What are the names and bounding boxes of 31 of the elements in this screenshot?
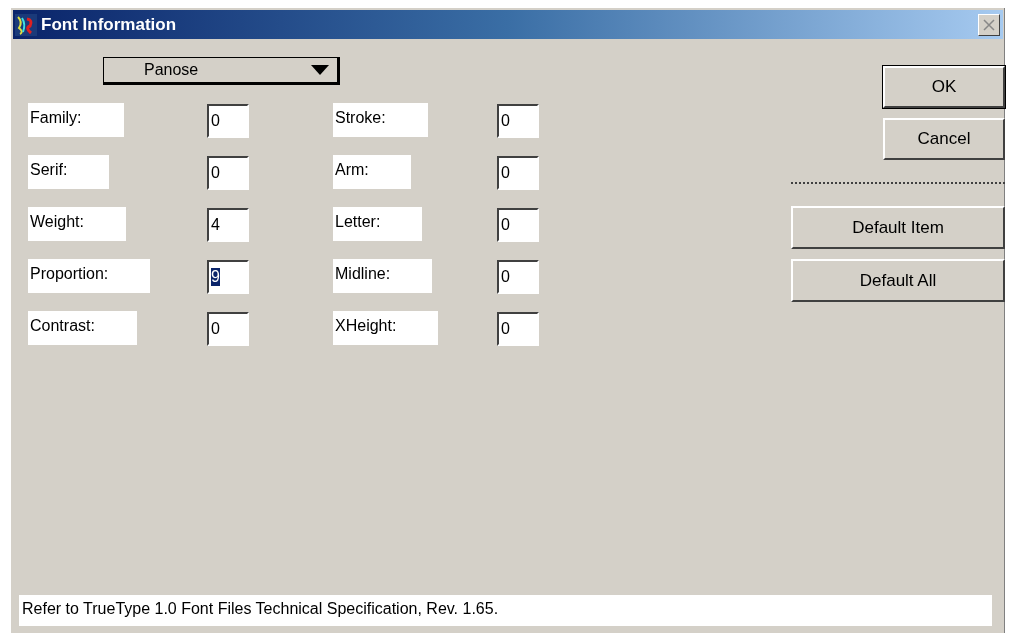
input-field[interactable]: 0 <box>207 312 249 346</box>
field-label: Arm: <box>333 155 411 189</box>
app-icon <box>15 13 37 36</box>
field-label: Stroke: <box>333 103 428 137</box>
field-label: Proportion: <box>28 259 151 293</box>
close-button[interactable] <box>978 13 1000 36</box>
default-button[interactable]: Default Item <box>791 206 1005 249</box>
field-label: Serif: <box>28 155 110 189</box>
input-field[interactable]: 0 <box>497 104 539 138</box>
input-field[interactable]: 0 <box>497 312 539 346</box>
input-field[interactable]: 0 <box>207 156 249 190</box>
cancel-button[interactable]: Cancel <box>883 118 1005 160</box>
field-label: Midline: <box>333 259 433 293</box>
status-text: Refer to TrueType 1.0 Font Files Technical Specification, Rev. 1.65. <box>19 595 992 626</box>
field-label: XHeight: <box>333 311 439 345</box>
caret-icon <box>311 65 329 75</box>
field-label: Letter: <box>333 207 423 241</box>
field-label: Weight: <box>28 207 126 241</box>
input-field[interactable]: 0 <box>497 260 539 294</box>
default-button[interactable]: Default All <box>791 259 1005 302</box>
window-title: Font Information <box>41 14 178 35</box>
field-label: Contrast: <box>28 311 137 345</box>
input-field[interactable]: 0 <box>207 104 249 138</box>
input-field[interactable]: 0 <box>497 156 539 190</box>
input-field[interactable]: 4 <box>207 208 249 242</box>
input-field[interactable]: 0 <box>497 208 539 242</box>
field-label: Family: <box>28 103 124 137</box>
input-field[interactable]: 9 <box>207 260 249 294</box>
ok-button[interactable]: OK <box>883 66 1005 108</box>
dropdown[interactable]: Panose <box>103 57 340 85</box>
close-icon <box>983 18 995 31</box>
